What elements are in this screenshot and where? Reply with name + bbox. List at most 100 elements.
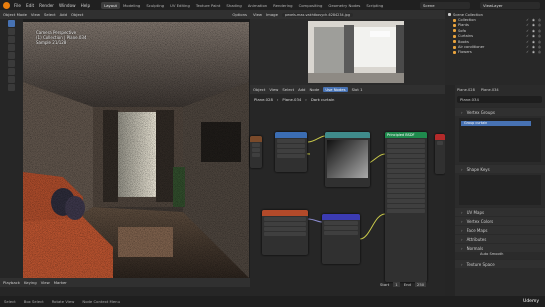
node-color-ramp[interactable] xyxy=(325,132,370,187)
move-tool-icon[interactable] xyxy=(8,36,15,43)
menu-help[interactable]: Help xyxy=(81,3,91,8)
outliner-item-label: Air conditioner xyxy=(458,45,485,50)
section-shape-keys[interactable]: Shape Keys xyxy=(455,164,545,173)
visibility-icons[interactable]: ✓ ◉ ◎ xyxy=(526,23,542,27)
workspace-tab-shading[interactable]: Shading xyxy=(223,2,244,9)
vertex-group-item[interactable]: Group curtain xyxy=(461,121,531,126)
section-attributes[interactable]: Attributes xyxy=(455,234,545,243)
workspace-tab-texture-paint[interactable]: Texture Paint xyxy=(193,2,224,9)
visibility-icons[interactable]: ✓ ◉ ◎ xyxy=(526,29,542,33)
node-normal-map[interactable] xyxy=(322,214,360,264)
menu-edit[interactable]: Edit xyxy=(26,3,34,8)
status-select: Select xyxy=(4,299,16,304)
workspace-tab-compositing[interactable]: Compositing xyxy=(296,2,326,9)
scene-name: Scene xyxy=(423,2,435,8)
collection-icon xyxy=(453,18,456,22)
properties-panel: Plane.028 Plane.034 Plane.034 Vertex Gro… xyxy=(445,85,545,296)
section-vertex-colors[interactable]: Vertex Colors xyxy=(455,216,545,225)
timeline-marker[interactable]: Marker xyxy=(54,280,67,285)
object-name-field[interactable]: Plane.034 xyxy=(457,96,542,103)
properties-tabs xyxy=(445,85,455,296)
reference-photo xyxy=(308,21,404,83)
viewport-header: Object Mode View Select Add Object Optio… xyxy=(0,10,250,19)
path-mesh: Plane.034 xyxy=(480,88,499,92)
menu-render[interactable]: Render xyxy=(39,3,54,8)
workspace-tab-animation[interactable]: Animation xyxy=(245,2,270,9)
visibility-icons[interactable]: ✓ ◉ ◎ xyxy=(526,45,542,49)
workspace-tab-rendering[interactable]: Rendering xyxy=(270,2,295,9)
annotate-tool-icon[interactable] xyxy=(8,68,15,75)
viewport-mode[interactable]: Object Mode xyxy=(3,12,27,17)
node-texture-coordinate[interactable] xyxy=(262,210,308,255)
node-principled-bsdf[interactable]: Principled BSDF xyxy=(385,132,427,282)
rotate-tool-icon[interactable] xyxy=(8,44,15,51)
viewport-add-menu[interactable]: Add xyxy=(60,12,67,17)
transform-tool-icon[interactable] xyxy=(8,60,15,67)
node-select-menu[interactable]: Select xyxy=(282,87,294,92)
section-normals[interactable]: Normals xyxy=(455,243,545,252)
viewport-options[interactable]: Options xyxy=(232,12,247,17)
workspace-tab-modeling[interactable]: Modeling xyxy=(120,2,143,9)
node-mapping[interactable] xyxy=(275,132,307,172)
node-view-menu[interactable]: View xyxy=(269,87,278,92)
outliner-item-label: Flowers xyxy=(458,50,472,55)
start-frame[interactable]: 1 xyxy=(393,282,400,287)
node-object-type[interactable]: Object xyxy=(253,87,265,92)
image-image-menu[interactable]: Image xyxy=(266,12,278,17)
workspace-tab-layout[interactable]: Layout xyxy=(101,1,121,9)
image-name-field[interactable]: pexels-max-vakhtbovych-6284234.jpg xyxy=(281,12,353,17)
node-image-texture[interactable] xyxy=(250,136,262,168)
menu-file[interactable]: File xyxy=(14,3,21,8)
section-texture-space[interactable]: Texture Space xyxy=(455,259,545,268)
image-editor-canvas[interactable] xyxy=(250,19,445,85)
end-frame[interactable]: 250 xyxy=(414,282,427,287)
visibility-icons[interactable]: ✓ ◉ ◎ xyxy=(526,34,542,38)
scene-selector[interactable]: Scene xyxy=(420,1,470,9)
node-editor-canvas[interactable]: Plane.028 › Plane.034 › Dark curtain Pri… xyxy=(250,94,445,296)
viewport-select-menu[interactable]: Select xyxy=(44,12,56,17)
collection-icon xyxy=(448,13,451,17)
viewport-info: Camera Perspective (1) Collection | Plan… xyxy=(36,30,87,45)
frame-range: Start 1 End 250 xyxy=(380,282,427,287)
add-cube-tool-icon[interactable] xyxy=(8,84,15,91)
viewport-view-menu[interactable]: View xyxy=(31,12,40,17)
viewport-object-menu[interactable]: Object xyxy=(71,12,83,17)
measure-tool-icon[interactable] xyxy=(8,76,15,83)
timeline-track[interactable] xyxy=(0,287,250,296)
path-object: Plane.028 xyxy=(457,88,475,92)
workspace-tab-uv-editing[interactable]: UV Editing xyxy=(167,2,193,9)
blender-logo-icon[interactable] xyxy=(3,1,10,9)
node-node-menu[interactable]: Node xyxy=(309,87,319,92)
select-tool-icon[interactable] xyxy=(8,20,15,27)
timeline-view[interactable]: View xyxy=(41,280,50,285)
scale-tool-icon[interactable] xyxy=(8,52,15,59)
collection-icon xyxy=(453,29,456,33)
use-nodes-toggle[interactable]: Use Nodes xyxy=(323,87,348,92)
visibility-icons[interactable]: ✓ ◉ ◎ xyxy=(526,18,542,22)
workspace-tab-sculpting[interactable]: Sculpting xyxy=(143,2,167,9)
section-vertex-groups[interactable]: Vertex Groups xyxy=(455,107,545,116)
view-layer-selector[interactable]: ViewLayer xyxy=(480,1,540,9)
workspace-tab-geometry-nodes[interactable]: Geometry Nodes xyxy=(325,2,363,9)
render-preview[interactable] xyxy=(23,22,249,278)
workspace-tab-scripting[interactable]: Scripting xyxy=(363,2,386,9)
section-face-maps[interactable]: Face Maps xyxy=(455,225,545,234)
menu-window[interactable]: Window xyxy=(59,3,76,8)
section-uv-maps[interactable]: UV Maps xyxy=(455,207,545,216)
node-add-menu[interactable]: Add xyxy=(298,87,305,92)
image-view-menu[interactable]: View xyxy=(253,12,262,17)
visibility-icons[interactable]: ✓ ◉ ◎ xyxy=(526,40,542,44)
properties-path: Plane.028 Plane.034 xyxy=(457,88,499,92)
auto-smooth-checkbox[interactable]: Auto Smooth xyxy=(455,252,545,259)
status-rotate-view: Rotate View xyxy=(51,299,75,304)
shape-keys-list[interactable] xyxy=(459,175,541,205)
view-layer-name: ViewLayer xyxy=(483,2,503,8)
visibility-icons[interactable]: ✓ ◉ ◎ xyxy=(526,50,542,54)
timeline-playback[interactable]: Playback xyxy=(3,280,20,285)
timeline-keying[interactable]: Keying xyxy=(24,280,37,285)
outliner-item[interactable]: Flowers ✓ ◉ ◎ xyxy=(448,50,542,55)
vertex-group-list[interactable]: Group curtain xyxy=(459,118,541,162)
node-material-output[interactable] xyxy=(435,134,445,174)
cursor-tool-icon[interactable] xyxy=(8,28,15,35)
material-slot[interactable]: Slot 1 xyxy=(352,87,363,92)
